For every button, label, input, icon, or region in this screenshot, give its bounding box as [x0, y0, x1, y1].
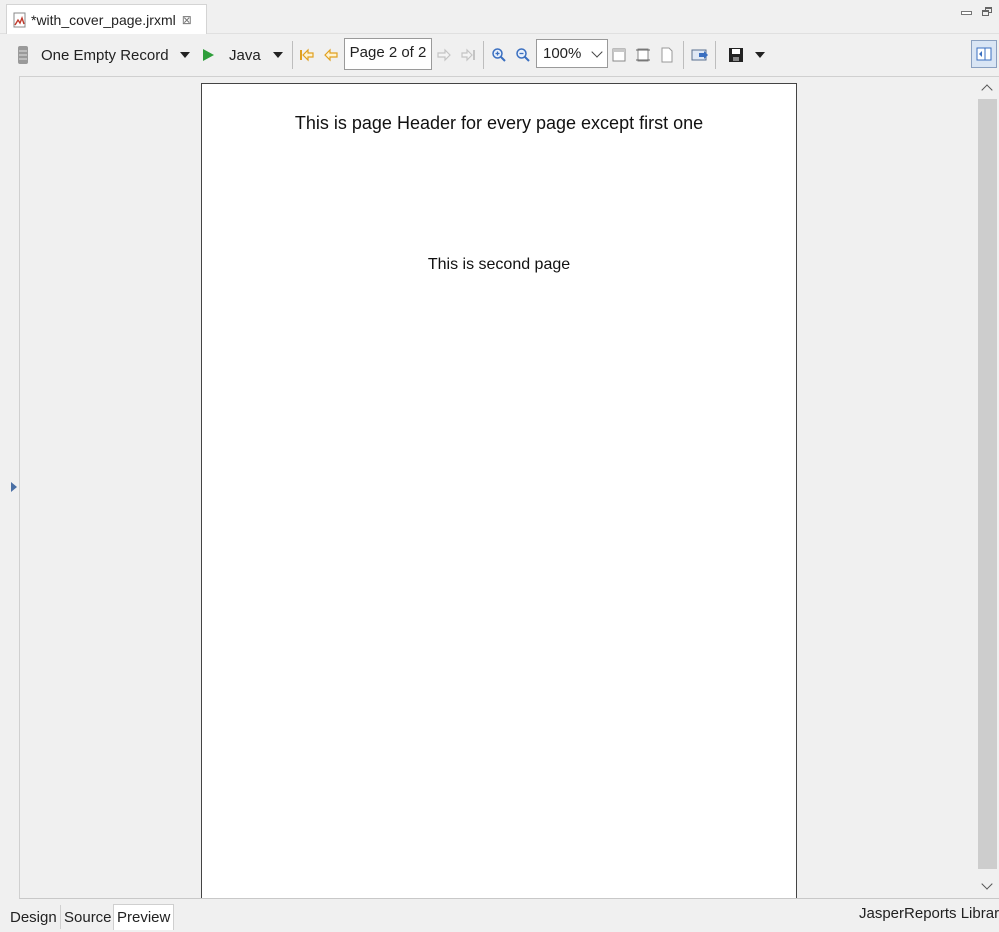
editor-tab-title: *with_cover_page.jrxml: [31, 11, 176, 28]
next-page-icon: [435, 35, 453, 75]
data-adapter-label[interactable]: One Empty Record: [41, 35, 169, 75]
panel-toggle-icon: [976, 47, 992, 61]
preview-viewport[interactable]: This is page Header for every page excep…: [19, 76, 999, 899]
preview-toolbar: One Empty Record Java Page 2 of 2 100%: [0, 35, 999, 75]
scrollbar-thumb[interactable]: [978, 99, 997, 869]
last-page-icon: [459, 35, 477, 75]
vertical-scrollbar[interactable]: [976, 77, 998, 897]
toolbar-separator: [715, 41, 716, 69]
zoom-combo[interactable]: 100%: [536, 39, 608, 68]
sidebar-toggle-button[interactable]: [971, 40, 997, 68]
toolbar-separator: [483, 41, 484, 69]
page-body-text: This is second page: [427, 256, 571, 273]
tab-source[interactable]: Source: [61, 904, 115, 930]
tab-design[interactable]: Design: [7, 904, 60, 930]
previous-page-icon[interactable]: [322, 35, 340, 75]
status-label: JasperReports Library: [859, 905, 999, 922]
language-dropdown-icon[interactable]: [271, 35, 285, 75]
close-tab-icon[interactable]: ⊠: [182, 13, 192, 27]
run-report-icon[interactable]: [199, 35, 217, 75]
data-adapter-dropdown-icon[interactable]: [178, 35, 192, 75]
restore-icon[interactable]: [981, 5, 995, 19]
toolbar-separator: [683, 41, 684, 69]
editor-tab[interactable]: *with_cover_page.jrxml ⊠: [6, 4, 207, 34]
zoom-in-icon[interactable]: [490, 35, 508, 75]
save-icon[interactable]: [726, 35, 746, 75]
bottom-tab-bar: Design Source Preview JasperReports Libr…: [0, 899, 999, 932]
language-label[interactable]: Java: [229, 35, 261, 75]
minimize-icon[interactable]: [959, 5, 973, 19]
export-icon[interactable]: [690, 35, 710, 75]
jasper-preview-window: *with_cover_page.jrxml ⊠ One Empty Recor…: [0, 0, 999, 932]
report-page: This is page Header for every page excep…: [201, 83, 797, 898]
zoom-out-icon[interactable]: [514, 35, 532, 75]
page-header-text: This is page Header for every page excep…: [294, 113, 704, 133]
actual-size-icon[interactable]: [658, 35, 676, 75]
first-page-icon[interactable]: [298, 35, 316, 75]
fit-width-icon[interactable]: [634, 35, 652, 75]
save-dropdown-icon[interactable]: [753, 35, 767, 75]
scroll-up-icon[interactable]: [976, 77, 998, 97]
data-adapter-icon[interactable]: [12, 35, 34, 75]
expand-panel-icon[interactable]: [11, 482, 17, 492]
chevron-down-icon[interactable]: [591, 46, 603, 58]
page-indicator: Page 2 of 2: [344, 38, 432, 70]
jrxml-file-icon: [12, 12, 28, 28]
zoom-value: 100%: [543, 45, 582, 62]
editor-tab-bar: *with_cover_page.jrxml ⊠: [0, 0, 999, 34]
left-gutter: [0, 76, 19, 899]
fit-page-icon[interactable]: [610, 35, 628, 75]
tab-preview[interactable]: Preview: [113, 904, 175, 930]
scroll-down-icon[interactable]: [976, 876, 998, 896]
toolbar-separator: [292, 41, 293, 69]
